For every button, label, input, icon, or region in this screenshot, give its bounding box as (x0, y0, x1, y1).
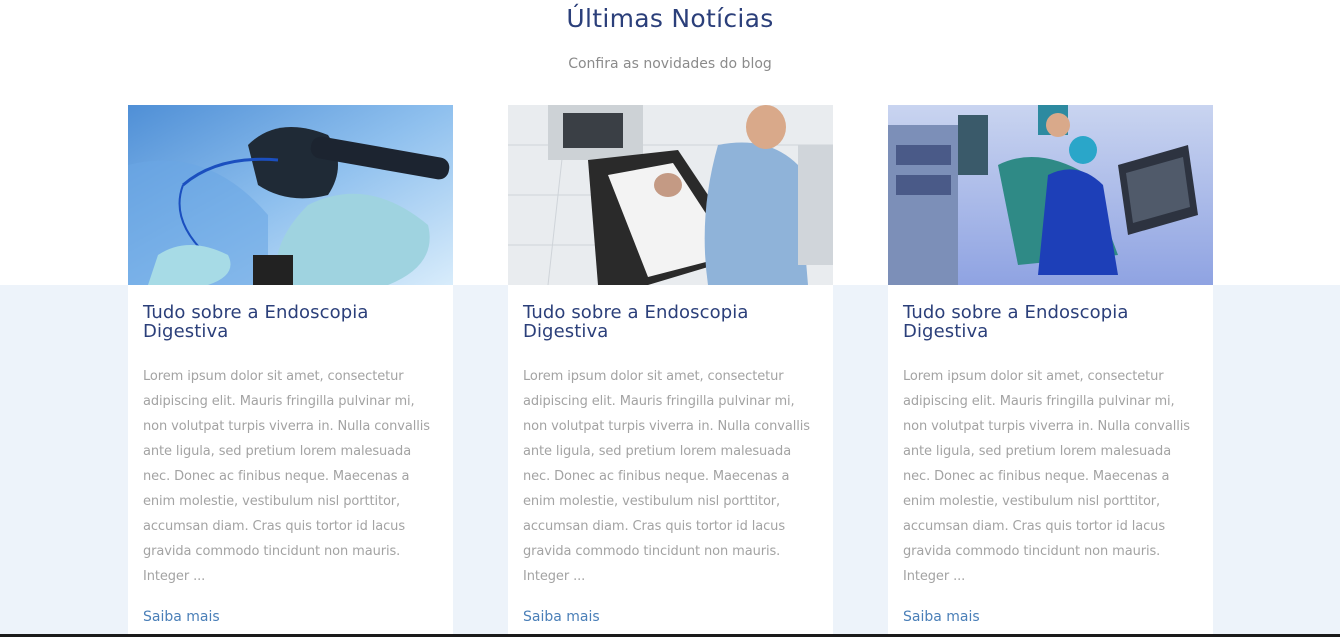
post-title[interactable]: Tudo sobre a Endoscopia Digestiva (903, 303, 1198, 341)
post-image-2[interactable] (508, 105, 833, 285)
post-image-1[interactable] (128, 105, 453, 285)
post-excerpt: Lorem ipsum dolor sit amet, consectetur … (903, 369, 1190, 584)
post-excerpt: Lorem ipsum dolor sit amet, consectetur … (523, 369, 810, 584)
operating-room-photo (888, 105, 1213, 285)
post-card-3: Tudo sobre a Endoscopia Digestiva Lorem … (888, 105, 1213, 637)
post-excerpt: Lorem ipsum dolor sit amet, consectetur … (143, 369, 430, 584)
endoscope-photo (128, 105, 453, 285)
read-more-link[interactable]: Saiba mais (143, 609, 220, 625)
post-image-3[interactable] (888, 105, 1213, 285)
patient-exam-photo (508, 105, 833, 285)
blog-section: Últimas Notícias Confira as novidades do… (0, 0, 1340, 637)
post-title[interactable]: Tudo sobre a Endoscopia Digestiva (143, 303, 438, 341)
post-card-2: Tudo sobre a Endoscopia Digestiva Lorem … (508, 105, 833, 637)
section-subtitle: Confira as novidades do blog (568, 56, 772, 72)
post-title[interactable]: Tudo sobre a Endoscopia Digestiva (523, 303, 818, 341)
post-card-1: Tudo sobre a Endoscopia Digestiva Lorem … (128, 105, 453, 637)
read-more-link[interactable]: Saiba mais (903, 609, 980, 625)
read-more-link[interactable]: Saiba mais (523, 609, 600, 625)
section-title: Últimas Notícias (566, 4, 774, 33)
